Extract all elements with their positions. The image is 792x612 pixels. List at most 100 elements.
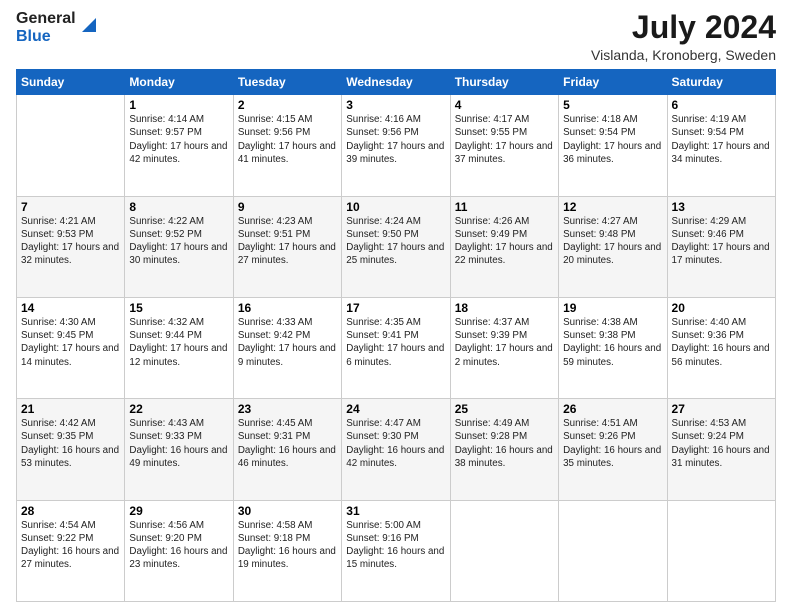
day-info: Sunrise: 4:35 AMSunset: 9:41 PMDaylight:… xyxy=(346,317,444,368)
day-number: 15 xyxy=(129,301,228,315)
day-info: Sunrise: 4:45 AMSunset: 9:31 PMDaylight:… xyxy=(238,418,336,469)
calendar-cell: 22 Sunrise: 4:43 AMSunset: 9:33 PMDayligh… xyxy=(125,399,233,500)
calendar-cell: 17 Sunrise: 4:35 AMSunset: 9:41 PMDayligh… xyxy=(342,297,450,398)
day-number: 10 xyxy=(346,200,445,214)
day-number: 6 xyxy=(672,98,771,112)
calendar-cell: 23 Sunrise: 4:45 AMSunset: 9:31 PMDayligh… xyxy=(233,399,341,500)
calendar-cell: 21 Sunrise: 4:42 AMSunset: 9:35 PMDayligh… xyxy=(17,399,125,500)
day-info: Sunrise: 4:30 AMSunset: 9:45 PMDaylight:… xyxy=(21,317,119,368)
calendar-cell: 10 Sunrise: 4:24 AMSunset: 9:50 PMDayligh… xyxy=(342,196,450,297)
calendar-cell: 16 Sunrise: 4:33 AMSunset: 9:42 PMDayligh… xyxy=(233,297,341,398)
day-number: 1 xyxy=(129,98,228,112)
calendar-cell: 3 Sunrise: 4:16 AMSunset: 9:56 PMDaylight… xyxy=(342,95,450,196)
day-number: 9 xyxy=(238,200,337,214)
day-number: 23 xyxy=(238,402,337,416)
calendar-cell: 6Sunrise: 4:19 AMSunset: 9:54 PMDaylight… xyxy=(667,95,775,196)
calendar-week-row: 14 Sunrise: 4:30 AMSunset: 9:45 PMDayligh… xyxy=(17,297,776,398)
calendar-cell: 1 Sunrise: 4:14 AMSunset: 9:57 PMDaylight… xyxy=(125,95,233,196)
calendar-cell: 28 Sunrise: 4:54 AMSunset: 9:22 PMDayligh… xyxy=(17,500,125,601)
day-info: Sunrise: 4:43 AMSunset: 9:33 PMDaylight:… xyxy=(129,418,227,469)
calendar-cell: 8Sunrise: 4:22 AMSunset: 9:52 PMDaylight… xyxy=(125,196,233,297)
day-number: 30 xyxy=(238,504,337,518)
day-number: 11 xyxy=(455,200,554,214)
calendar-cell xyxy=(17,95,125,196)
day-info: Sunrise: 4:16 AMSunset: 9:56 PMDaylight:… xyxy=(346,114,444,165)
day-info: Sunrise: 4:37 AMSunset: 9:39 PMDaylight:… xyxy=(455,317,553,368)
calendar-cell: 18 Sunrise: 4:37 AMSunset: 9:39 PMDayligh… xyxy=(450,297,558,398)
day-number: 26 xyxy=(563,402,662,416)
day-number: 3 xyxy=(346,98,445,112)
day-number: 27 xyxy=(672,402,771,416)
calendar-week-row: 28 Sunrise: 4:54 AMSunset: 9:22 PMDayligh… xyxy=(17,500,776,601)
calendar-cell: 24Sunrise: 4:47 AMSunset: 9:30 PMDayligh… xyxy=(342,399,450,500)
day-number: 14 xyxy=(21,301,120,315)
calendar-week-row: 1 Sunrise: 4:14 AMSunset: 9:57 PMDaylight… xyxy=(17,95,776,196)
calendar-cell: 26 Sunrise: 4:51 AMSunset: 9:26 PMDayligh… xyxy=(559,399,667,500)
day-info: Sunrise: 4:32 AMSunset: 9:44 PMDaylight:… xyxy=(129,317,227,368)
day-info: Sunrise: 4:33 AMSunset: 9:42 PMDaylight:… xyxy=(238,317,336,368)
day-info: Sunrise: 4:29 AMSunset: 9:46 PMDaylight:… xyxy=(672,216,770,267)
day-info: Sunrise: 4:23 AMSunset: 9:51 PMDaylight:… xyxy=(238,216,336,267)
day-number: 2 xyxy=(238,98,337,112)
day-number: 21 xyxy=(21,402,120,416)
day-info: Sunrise: 4:21 AMSunset: 9:53 PMDaylight:… xyxy=(21,216,119,267)
day-number: 7 xyxy=(21,200,120,214)
day-info: Sunrise: 4:47 AMSunset: 9:30 PMDaylight:… xyxy=(346,418,444,469)
calendar-cell: 12 Sunrise: 4:27 AMSunset: 9:48 PMDayligh… xyxy=(559,196,667,297)
calendar-week-row: 7 Sunrise: 4:21 AMSunset: 9:53 PMDaylight… xyxy=(17,196,776,297)
calendar-cell: 27 Sunrise: 4:53 AMSunset: 9:24 PMDayligh… xyxy=(667,399,775,500)
calendar-cell xyxy=(450,500,558,601)
col-thursday: Thursday xyxy=(450,70,558,95)
day-number: 17 xyxy=(346,301,445,315)
page: General Blue July 2024 Vislanda, Kronobe… xyxy=(0,0,792,612)
day-info: Sunrise: 4:42 AMSunset: 9:35 PMDaylight:… xyxy=(21,418,119,469)
day-info: Sunrise: 4:53 AMSunset: 9:24 PMDaylight:… xyxy=(672,418,770,469)
day-number: 18 xyxy=(455,301,554,315)
day-info: Sunrise: 4:56 AMSunset: 9:20 PMDaylight:… xyxy=(129,520,227,571)
calendar-cell: 19Sunrise: 4:38 AMSunset: 9:38 PMDayligh… xyxy=(559,297,667,398)
calendar-cell: 13 Sunrise: 4:29 AMSunset: 9:46 PMDayligh… xyxy=(667,196,775,297)
title-block: July 2024 Vislanda, Kronoberg, Sweden xyxy=(591,10,776,63)
day-number: 16 xyxy=(238,301,337,315)
calendar-cell: 31Sunrise: 5:00 AMSunset: 9:16 PMDayligh… xyxy=(342,500,450,601)
day-info: Sunrise: 4:24 AMSunset: 9:50 PMDaylight:… xyxy=(346,216,444,267)
logo-general: General xyxy=(16,10,76,28)
calendar-cell: 2 Sunrise: 4:15 AMSunset: 9:56 PMDaylight… xyxy=(233,95,341,196)
day-info: Sunrise: 4:15 AMSunset: 9:56 PMDaylight:… xyxy=(238,114,336,165)
calendar-cell: 9 Sunrise: 4:23 AMSunset: 9:51 PMDaylight… xyxy=(233,196,341,297)
day-info: Sunrise: 4:22 AMSunset: 9:52 PMDaylight:… xyxy=(129,216,227,267)
calendar-cell xyxy=(559,500,667,601)
subtitle: Vislanda, Kronoberg, Sweden xyxy=(591,47,776,63)
day-number: 20 xyxy=(672,301,771,315)
day-number: 31 xyxy=(346,504,445,518)
main-title: July 2024 xyxy=(591,10,776,45)
day-info: Sunrise: 4:40 AMSunset: 9:36 PMDaylight:… xyxy=(672,317,770,368)
day-number: 25 xyxy=(455,402,554,416)
calendar-table: Sunday Monday Tuesday Wednesday Thursday… xyxy=(16,69,776,602)
day-number: 12 xyxy=(563,200,662,214)
day-number: 19 xyxy=(563,301,662,315)
day-number: 28 xyxy=(21,504,120,518)
day-number: 13 xyxy=(672,200,771,214)
day-info: Sunrise: 4:54 AMSunset: 9:22 PMDaylight:… xyxy=(21,520,119,571)
col-saturday: Saturday xyxy=(667,70,775,95)
calendar-cell: 15 Sunrise: 4:32 AMSunset: 9:44 PMDayligh… xyxy=(125,297,233,398)
calendar-cell: 20 Sunrise: 4:40 AMSunset: 9:36 PMDayligh… xyxy=(667,297,775,398)
day-number: 5 xyxy=(563,98,662,112)
logo-triangle-icon xyxy=(78,12,100,34)
col-monday: Monday xyxy=(125,70,233,95)
calendar-cell: 4Sunrise: 4:17 AMSunset: 9:55 PMDaylight… xyxy=(450,95,558,196)
day-info: Sunrise: 4:14 AMSunset: 9:57 PMDaylight:… xyxy=(129,114,227,165)
col-tuesday: Tuesday xyxy=(233,70,341,95)
calendar-cell: 14 Sunrise: 4:30 AMSunset: 9:45 PMDayligh… xyxy=(17,297,125,398)
day-info: Sunrise: 4:18 AMSunset: 9:54 PMDaylight:… xyxy=(563,114,661,165)
day-number: 22 xyxy=(129,402,228,416)
calendar-cell: 11Sunrise: 4:26 AMSunset: 9:49 PMDayligh… xyxy=(450,196,558,297)
day-info: Sunrise: 4:51 AMSunset: 9:26 PMDaylight:… xyxy=(563,418,661,469)
calendar-cell xyxy=(667,500,775,601)
header: General Blue July 2024 Vislanda, Kronobe… xyxy=(16,10,776,63)
day-info: Sunrise: 4:17 AMSunset: 9:55 PMDaylight:… xyxy=(455,114,553,165)
col-friday: Friday xyxy=(559,70,667,95)
day-info: Sunrise: 4:27 AMSunset: 9:48 PMDaylight:… xyxy=(563,216,661,267)
calendar-week-row: 21 Sunrise: 4:42 AMSunset: 9:35 PMDayligh… xyxy=(17,399,776,500)
